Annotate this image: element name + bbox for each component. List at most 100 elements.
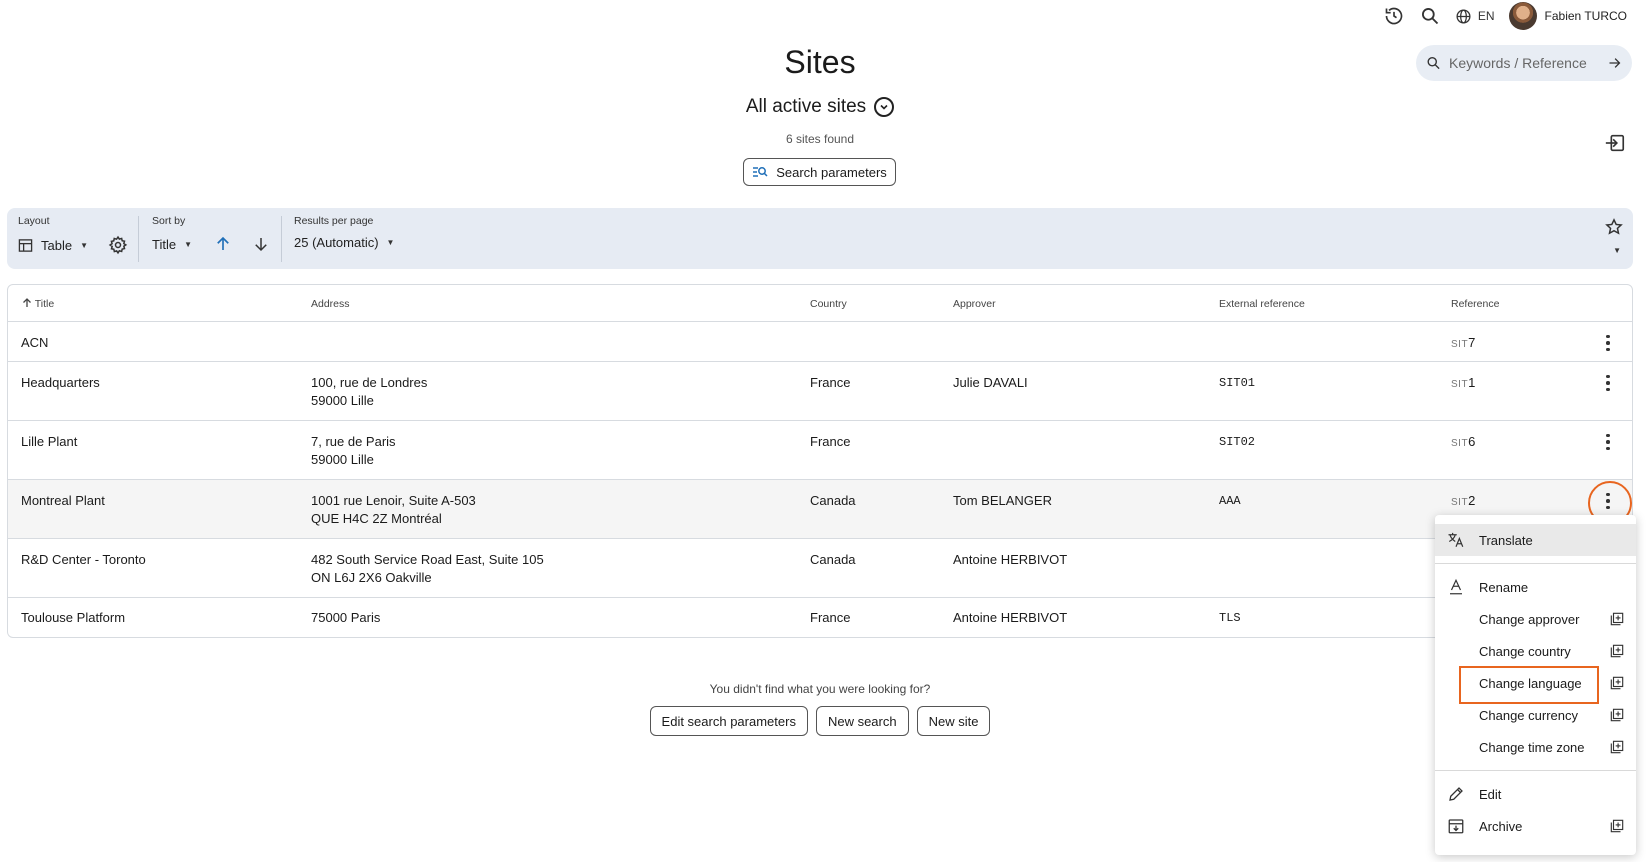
edit-search-parameters-button[interactable]: Edit search parameters (649, 706, 808, 736)
not-found-prompt: You didn't find what you were looking fo… (709, 682, 931, 696)
site-approver: Antoine HERBIVOT (953, 552, 1068, 567)
bottom-actions: Edit search parameters New search New si… (0, 706, 1640, 736)
table-row[interactable]: ACN SIT7 (8, 322, 1632, 362)
menu-item-label: Change currency (1479, 707, 1578, 723)
row-actions-button[interactable] (1588, 481, 1632, 525)
site-country: France (810, 375, 851, 390)
row-context-menu: Translate Rename Change approver Change … (1435, 515, 1636, 855)
table-row[interactable]: Lille Plant 7, rue de Paris 59000 Lille F… (8, 421, 1632, 480)
top-bar: EN Fabien TURCO (1383, 0, 1649, 32)
menu-item-label: Change country (1479, 643, 1571, 659)
gear-icon[interactable] (108, 235, 128, 255)
caret-down-icon[interactable]: ▼ (80, 241, 88, 250)
chevron-down-icon[interactable] (874, 97, 895, 117)
view-selector: All active sites (0, 96, 1640, 118)
table-row[interactable]: Montreal Plant 1001 rue Lenoir, Suite A-… (8, 480, 1632, 539)
search-parameters-button[interactable]: Search parameters (743, 158, 896, 186)
site-title[interactable]: ACN (21, 334, 48, 352)
text-format-icon (1450, 578, 1462, 595)
site-address: 1001 rue Lenoir, Suite A-503 QUE H4C 2Z M… (311, 493, 476, 526)
site-external-reference: TLS (1219, 611, 1241, 625)
language-selector[interactable]: EN (1455, 8, 1495, 25)
keyword-search (1416, 45, 1632, 81)
menu-item-change-currency[interactable]: Change currency (1435, 699, 1636, 731)
results-count: 6 sites found (785, 132, 855, 146)
menu-item-change-country[interactable]: Change country (1435, 635, 1636, 667)
user-menu[interactable]: Fabien TURCO (1508, 2, 1627, 30)
menu-item-edit[interactable]: Edit (1435, 778, 1636, 810)
menu-item-change-time-zone[interactable]: Change time zone (1435, 731, 1636, 763)
sites-table: Title Address Country Approver External … (7, 284, 1633, 638)
layout-select[interactable]: Table (41, 238, 72, 253)
language-code: EN (1477, 9, 1495, 23)
menu-item-label: Rename (1479, 579, 1529, 595)
layout-group: Layout Table ▼ (18, 215, 128, 255)
results-per-page-label: Results per page (294, 215, 374, 227)
column-header-external-reference[interactable]: External reference (1219, 298, 1305, 310)
site-address: 75000 Paris (311, 610, 381, 625)
table-row[interactable]: Headquarters 100, rue de Londres 59000 Li… (8, 362, 1632, 421)
menu-item-archive[interactable]: Archive (1435, 810, 1636, 842)
site-country: Canada (810, 552, 856, 567)
column-header-country[interactable]: Country (810, 298, 847, 310)
search-icon[interactable] (1419, 5, 1441, 27)
row-actions-button[interactable] (1598, 332, 1618, 354)
caret-down-icon[interactable]: ▼ (184, 240, 192, 249)
site-country: France (810, 610, 851, 625)
divider (138, 216, 139, 262)
bulk-action-icon (1610, 644, 1624, 658)
sort-select[interactable]: Title (152, 237, 176, 252)
layout-label: Layout (18, 215, 50, 227)
keyword-input[interactable] (1449, 55, 1599, 71)
sort-descending-icon[interactable] (252, 235, 270, 253)
caret-down-icon[interactable]: ▼ (1613, 246, 1621, 255)
site-title[interactable]: R&D Center - Toronto (21, 551, 146, 569)
site-title[interactable]: Montreal Plant (21, 492, 105, 510)
row-actions-button[interactable] (1598, 431, 1618, 453)
site-title[interactable]: Lille Plant (21, 433, 77, 451)
column-header-approver[interactable]: Approver (953, 298, 996, 310)
column-header-address[interactable]: Address (311, 298, 350, 310)
menu-divider (1435, 770, 1636, 771)
menu-item-translate[interactable]: Translate (1435, 524, 1636, 556)
bulk-action-icon (1610, 740, 1624, 754)
column-header-title[interactable]: Title (22, 298, 54, 310)
site-title[interactable]: Headquarters (21, 374, 100, 392)
view-title: All active sites (745, 96, 867, 117)
site-country: Canada (810, 493, 856, 508)
table-icon (18, 238, 33, 252)
user-name: Fabien TURCO (1544, 9, 1627, 23)
archive-icon (1448, 819, 1464, 834)
table-row[interactable]: R&D Center - Toronto 482 South Service R… (8, 539, 1632, 598)
menu-item-label: Change language (1479, 675, 1582, 691)
sort-group: Sort by Title ▼ (152, 215, 270, 253)
page-title: Sites (784, 44, 856, 80)
menu-item-change-language[interactable]: Change language (1435, 666, 1636, 704)
new-site-button[interactable]: New site (916, 706, 991, 736)
results-toolbar: Layout Table ▼ Sort by Title ▼ Results p… (7, 208, 1633, 269)
site-reference: SIT7 (1451, 335, 1476, 350)
menu-item-rename[interactable]: Rename (1435, 571, 1636, 603)
site-approver: Julie DAVALI (953, 375, 1028, 390)
translate-icon (1448, 532, 1464, 547)
exit-panel-icon[interactable] (1604, 132, 1626, 154)
site-title[interactable]: Toulouse Platform (21, 609, 125, 627)
avatar (1508, 2, 1537, 30)
results-per-page-select[interactable]: 25 (Automatic) (294, 235, 379, 250)
filter-search-icon (753, 167, 768, 177)
site-address: 100, rue de Londres 59000 Lille (311, 375, 428, 408)
globe-icon (1456, 8, 1471, 24)
star-icon[interactable] (1605, 218, 1623, 236)
history-icon[interactable] (1383, 5, 1405, 27)
new-search-button[interactable]: New search (815, 706, 909, 736)
table-header: Title Address Country Approver External … (8, 285, 1632, 322)
table-row[interactable]: Toulouse Platform 75000 Paris France Ant… (8, 598, 1632, 637)
column-header-reference[interactable]: Reference (1451, 298, 1499, 310)
site-reference: SIT6 (1451, 434, 1476, 449)
menu-item-change-approver[interactable]: Change approver (1435, 603, 1636, 635)
arrow-right-icon[interactable] (1607, 54, 1622, 72)
site-external-reference: AAA (1219, 494, 1241, 508)
caret-down-icon[interactable]: ▼ (387, 238, 395, 247)
row-actions-button[interactable] (1598, 372, 1618, 394)
sort-ascending-icon[interactable] (214, 235, 232, 253)
